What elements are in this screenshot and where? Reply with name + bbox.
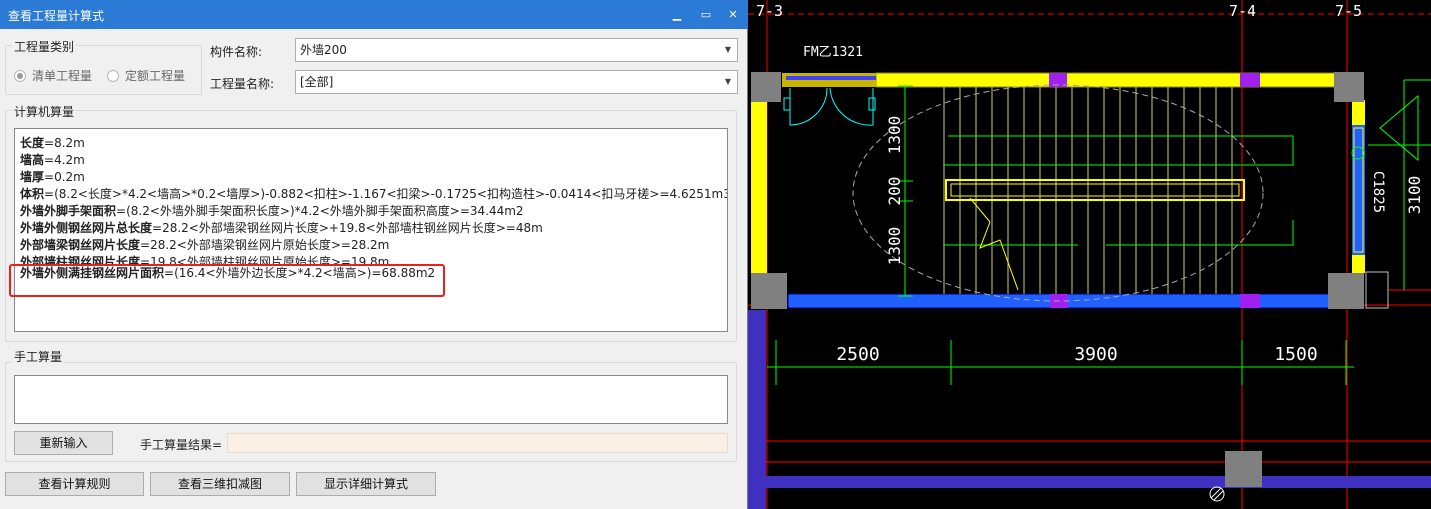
window-title: 查看工程量计算式: [8, 9, 105, 23]
stair-treads: [943, 87, 1233, 294]
column[interactable]: [1328, 273, 1364, 309]
dim-text: 3100: [1405, 176, 1424, 215]
column[interactable]: [751, 72, 781, 102]
category-legend: 工程量类别: [12, 38, 77, 55]
axis-label: 7-5: [1335, 2, 1362, 20]
dim-text: 2500: [836, 344, 879, 365]
component-name-select[interactable]: 外墙200 ▼: [295, 38, 738, 62]
manual-result-field: [227, 433, 728, 453]
door-leaf: [868, 97, 876, 111]
formula-line: 墙高=4.2m: [20, 153, 85, 167]
radio-selected-icon: [14, 69, 26, 82]
dim-text: 3900: [1074, 344, 1117, 365]
wall-right-segment[interactable]: [1352, 255, 1365, 273]
construction-column[interactable]: [1240, 294, 1260, 308]
dim-text: 1300: [885, 116, 904, 155]
hatch-line: [1210, 487, 1222, 499]
calc-formula-dialog: 查看工程量计算式 ▁ ▭ ✕ 工程量类别 清单工程量 定额工程量 构件名称: 外…: [0, 0, 748, 509]
radio-bill-quantity[interactable]: 清单工程量: [14, 67, 92, 84]
radio-quota-quantity[interactable]: 定额工程量: [107, 67, 185, 84]
formula-line: 外墙外脚手架面积=(8.2<外墙外脚手架面积长度>)*4.2<外墙外脚手架面积高…: [20, 204, 524, 218]
computed-legend: 计算机算量: [12, 103, 77, 120]
reenter-button[interactable]: 重新输入: [14, 431, 113, 455]
column-outline: [1365, 271, 1389, 309]
door-label: FM乙1321: [803, 45, 863, 60]
radio-bill-label: 清单工程量: [32, 69, 93, 83]
radio-unselected-icon: [107, 69, 119, 82]
show-detail-formula-button[interactable]: 显示详细计算式: [296, 472, 436, 496]
radio-quota-label: 定额工程量: [125, 69, 186, 83]
wall-right-segment[interactable]: [1352, 100, 1365, 125]
stair-handrail-inner: [950, 183, 1240, 197]
formula-line: 长度=8.2m: [20, 136, 85, 150]
construction-column[interactable]: [1240, 73, 1260, 87]
door-leaf: [783, 97, 791, 111]
view-3d-deduct-button[interactable]: 查看三维扣减图: [150, 472, 290, 496]
column[interactable]: [1334, 72, 1364, 102]
hatch-marker-icon: [1209, 486, 1225, 502]
floor-plan-drawing: 7-3 7-4 7-5 FM乙1321 1300 200 1300 C1825 …: [748, 0, 1431, 509]
wall-left[interactable]: [751, 90, 767, 275]
minimize-button[interactable]: ▁: [662, 0, 692, 29]
title-bar[interactable]: 查看工程量计算式 ▁ ▭ ✕: [0, 0, 748, 29]
wall-bottom-lower[interactable]: [748, 476, 1431, 488]
column[interactable]: [751, 273, 787, 309]
stair-handrail: [945, 179, 1245, 201]
window-label: C1825: [1370, 171, 1386, 213]
break-line: [969, 197, 1019, 291]
view-rules-button[interactable]: 查看计算规则: [5, 472, 144, 496]
chevron-down-icon: ▼: [724, 77, 731, 86]
wall-top[interactable]: [875, 72, 1337, 88]
column[interactable]: [1225, 451, 1262, 487]
formula-line: 体积=(8.2<长度>*4.2<墙高>*0.2<墙厚>)-0.882<扣柱>-1…: [20, 187, 728, 201]
component-name-label: 构件名称:: [210, 45, 263, 59]
stair-arrow-path: [943, 135, 1294, 166]
formula-line: 墙厚=0.2m: [20, 170, 85, 184]
computed-formula-text[interactable]: 长度=8.2m 墙高=4.2m 墙厚=0.2m 体积=(8.2<长度>*4.2<…: [14, 128, 728, 332]
quantity-name-label: 工程量名称:: [210, 77, 275, 91]
formula-line: 外墙外侧钢丝网片总长度=28.2<外部墙梁钢丝网片长度>+19.8<外部墙柱钢丝…: [20, 221, 543, 235]
axis-label: 7-4: [1229, 2, 1256, 20]
dim-text: 200: [885, 177, 904, 206]
cad-canvas[interactable]: 7-3 7-4 7-5 FM乙1321 1300 200 1300 C1825 …: [748, 0, 1431, 509]
door-frame: [786, 76, 876, 80]
door-swing: [829, 87, 874, 126]
dim-text: 1500: [1274, 344, 1317, 365]
axis-label: 7-3: [756, 2, 783, 20]
restore-button[interactable]: ▭: [691, 0, 721, 29]
3d-view-ellipse: [852, 84, 1264, 302]
formula-line: 外部墙梁钢丝网片长度=28.2<外部墙梁钢丝网片原始长度>=28.2m: [20, 238, 390, 252]
manual-legend: 手工算量: [12, 348, 65, 365]
highlight-box: [9, 264, 445, 297]
manual-result-label: 手工算量结果=: [140, 438, 223, 452]
section-arrow-icon: [1379, 94, 1419, 162]
component-name-value: 外墙200: [300, 43, 347, 57]
door-swing: [789, 87, 828, 126]
chevron-down-icon: ▼: [724, 45, 731, 54]
close-button[interactable]: ✕: [718, 0, 748, 29]
manual-input-area[interactable]: [14, 375, 728, 424]
quantity-name-value: [全部]: [300, 75, 334, 89]
dim-text: 1300: [885, 227, 904, 266]
quantity-name-select[interactable]: [全部] ▼: [295, 70, 738, 94]
